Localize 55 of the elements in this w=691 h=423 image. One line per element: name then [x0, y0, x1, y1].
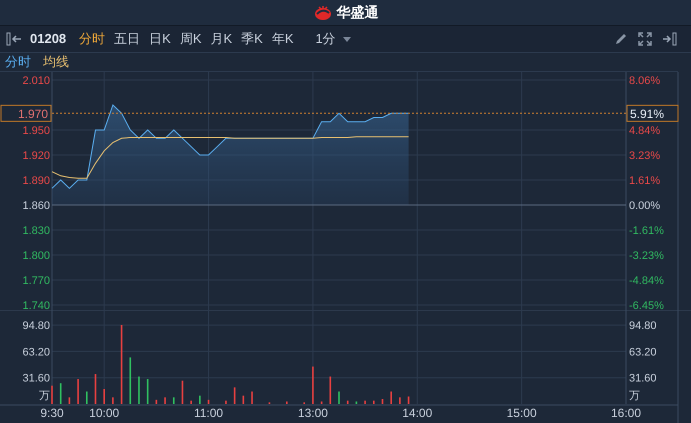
time-axis-label: 13:00: [298, 406, 328, 420]
volume-bar: [172, 397, 175, 404]
y-axis-label: 2.010: [22, 75, 50, 87]
legend-label: 均线: [43, 53, 69, 72]
stock-code: 01208: [30, 30, 66, 48]
y-axis-label: 1.740: [22, 300, 50, 310]
percent-axis-label: -4.84%: [629, 275, 664, 287]
volume-unit-label: 万: [629, 390, 640, 402]
time-axis-label: 9:30: [40, 406, 64, 420]
percent-axis-label: 0.00%: [629, 200, 660, 212]
percent-axis-label: -1.61%: [629, 225, 664, 237]
volume-axis-label: 31.60: [629, 372, 657, 385]
percent-axis-label: 1.61%: [629, 175, 660, 187]
percent-axis-label: 8.06%: [629, 75, 660, 87]
volume-bar: [129, 357, 132, 404]
period-tab[interactable]: 分时: [79, 29, 106, 49]
time-axis-label: 16:00: [610, 406, 642, 420]
pencil-icon[interactable]: [614, 32, 628, 46]
collapse-panel-icon[interactable]: [6, 32, 22, 46]
volume-unit-label: 万: [39, 390, 50, 402]
period-tab[interactable]: 日K: [149, 29, 171, 49]
period-tab[interactable]: 季K: [241, 29, 263, 49]
percent-axis-label: -6.45%: [629, 300, 664, 310]
period-tab[interactable]: 五日: [114, 29, 140, 49]
app-title: 华盛通: [336, 3, 378, 22]
volume-axis-label: 94.80: [22, 320, 50, 332]
y-axis-label: 1.770: [22, 275, 50, 287]
caret-icon: [342, 36, 351, 42]
period-tab[interactable]: 月K: [210, 29, 232, 49]
y-axis-label: 1.800: [22, 250, 50, 262]
exit-panel-icon[interactable]: [662, 32, 678, 46]
time-axis-label: 15:00: [506, 406, 537, 420]
time-axis-label: 11:00: [194, 406, 224, 420]
percent-axis-label: 3.23%: [629, 150, 660, 162]
expand-icon[interactable]: [638, 32, 652, 46]
y-axis-label: 1.830: [22, 225, 50, 237]
y-axis-label: 1.890: [22, 175, 50, 187]
volume-axis-label: 63.20: [22, 346, 50, 358]
y-axis-label: 1.920: [22, 150, 50, 162]
percent-axis-label: 4.84%: [629, 125, 660, 137]
time-axis-label: 10:00: [89, 406, 120, 420]
percent-axis-label: -3.23%: [629, 250, 664, 262]
y-axis-label: 1.950: [22, 125, 50, 137]
period-tab[interactable]: 年K: [272, 29, 294, 49]
interval-dropdown[interactable]: 1分: [316, 29, 351, 49]
last-price-tag: 1.970: [0, 104, 52, 122]
y-axis-label: 1.860: [22, 200, 50, 212]
volume-axis-label: 94.80: [629, 320, 657, 332]
logo-icon: [312, 4, 332, 20]
volume-axis-label: 63.20: [629, 346, 657, 358]
volume-axis-label: 31.60: [22, 372, 50, 385]
legend-label: 分时: [5, 53, 31, 72]
period-tab[interactable]: 周K: [180, 29, 202, 49]
time-axis-label: 14:00: [402, 406, 432, 420]
last-change-tag: 5.91%: [626, 104, 678, 122]
